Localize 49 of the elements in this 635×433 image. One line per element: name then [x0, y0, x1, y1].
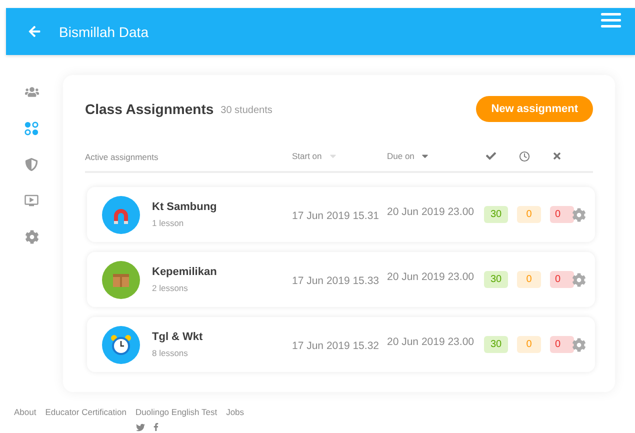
video-icon[interactable]	[24, 193, 39, 208]
due-date: 20 Jun 2019 23.00	[387, 336, 474, 348]
lesson-count: 1 lesson	[152, 218, 185, 228]
bird-icon[interactable]	[136, 423, 145, 432]
assignment-name: Tgl & Wkt	[152, 331, 203, 343]
facebook-icon[interactable]	[152, 423, 160, 432]
pending-count: 0	[517, 206, 541, 223]
assignment-name: Kt Sambung	[152, 201, 217, 213]
back-icon[interactable]	[28, 25, 41, 38]
assignment-row[interactable]: Tgl & Wkt 8 lessons 17 Jun 2019 15.32 20 Jun 2019 23.00 30 0 0	[87, 317, 595, 372]
missed-count: 0	[550, 336, 574, 353]
lesson-count: 2 lessons	[152, 283, 189, 293]
new-assignment-button[interactable]: New assignment	[476, 96, 593, 122]
circles-icon[interactable]	[24, 121, 39, 136]
lesson-count: 8 lessons	[152, 348, 189, 358]
start-date: 17 Jun 2019 15.31	[292, 210, 379, 222]
assignment-name: Kepemilikan	[152, 266, 217, 278]
assignment-row[interactable]: Kt Sambung 1 lesson 17 Jun 2019 15.31 20 Jun 2019 23.00 30 0 0	[87, 187, 595, 242]
missed-count: 0	[550, 271, 574, 288]
clock-icon	[517, 150, 531, 162]
shield-icon[interactable]	[25, 158, 38, 171]
start-date: 17 Jun 2019 15.32	[292, 340, 379, 352]
card-title: Class Assignments	[85, 101, 214, 117]
check-icon	[484, 151, 498, 161]
box-icon	[102, 260, 140, 298]
footer-link[interactable]: Jobs	[226, 407, 244, 417]
column-header: Active assignments	[85, 152, 158, 162]
missed-count: 0	[550, 206, 574, 223]
due-date: 20 Jun 2019 23.00	[387, 270, 474, 282]
menu-icon[interactable]	[601, 13, 621, 28]
students-icon[interactable]	[24, 85, 38, 99]
completed-count: 30	[484, 206, 508, 223]
completed-count: 30	[484, 271, 508, 288]
start-date: 17 Jun 2019 15.33	[292, 274, 379, 286]
settings-icon[interactable]	[24, 230, 38, 244]
magnet-icon	[102, 196, 140, 234]
footer-link[interactable]: Duolingo English Test	[135, 407, 218, 417]
due-date: 20 Jun 2019 23.00	[387, 206, 474, 218]
completed-count: 30	[484, 336, 508, 353]
column-header[interactable]: Due on	[387, 151, 414, 161]
assignment-row[interactable]: Kepemilikan 2 lessons 17 Jun 2019 15.33 20 Jun 2019 23.00 30 0 0	[87, 252, 595, 307]
footer-link[interactable]: About	[14, 407, 36, 417]
header-title: Bismillah Data	[59, 24, 150, 40]
alarm-icon	[102, 326, 140, 364]
pending-count: 0	[517, 271, 541, 288]
column-header[interactable]: Start on	[292, 151, 322, 161]
student-count: 30 students	[220, 104, 274, 116]
pending-count: 0	[517, 336, 541, 353]
footer-link[interactable]: Educator Certification	[45, 407, 126, 417]
